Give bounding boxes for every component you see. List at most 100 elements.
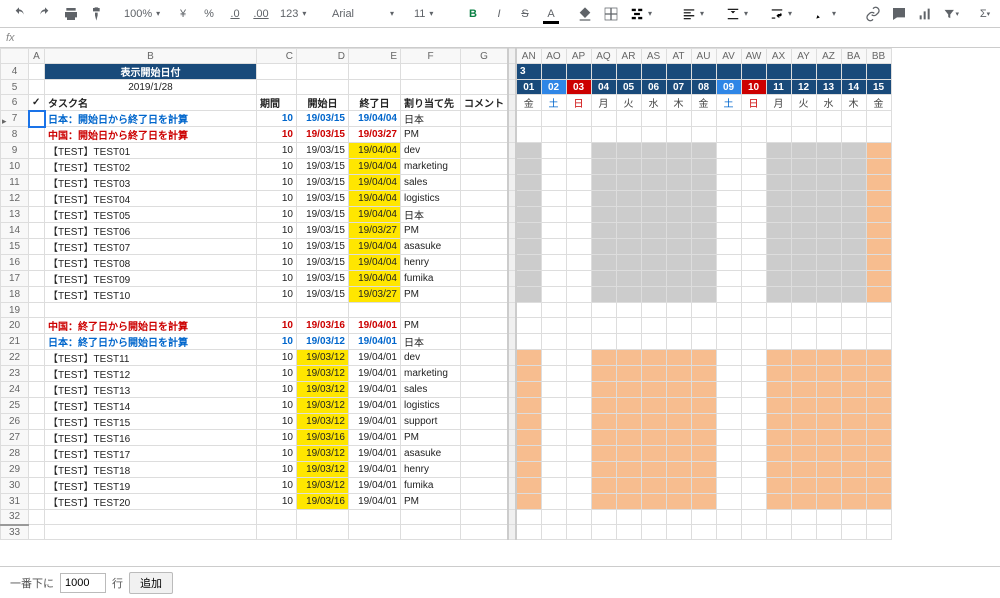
gantt-cell[interactable] [566,350,591,366]
comment-cell[interactable] [461,462,509,478]
end-date-cell[interactable]: 19/04/01 [349,446,401,462]
gantt-cell[interactable] [841,350,866,366]
gantt-cell[interactable] [516,207,541,223]
period-cell[interactable]: 10 [257,366,297,382]
gantt-cell[interactable] [616,462,641,478]
gantt-cell[interactable] [766,223,791,239]
check-cell[interactable] [29,366,45,382]
gantt-cell[interactable] [766,239,791,255]
end-date-cell[interactable]: 19/04/01 [349,366,401,382]
check-cell[interactable] [29,494,45,510]
gantt-cell[interactable] [816,239,841,255]
gantt-cell[interactable] [641,334,666,350]
gantt-cell[interactable] [741,111,766,127]
period-cell[interactable]: 10 [257,382,297,398]
gantt-cell[interactable] [841,111,866,127]
gantt-cell[interactable] [516,143,541,159]
task-name-cell[interactable]: 【TEST】TEST12 [45,366,257,382]
period-cell[interactable]: 10 [257,350,297,366]
gantt-cell[interactable] [816,207,841,223]
gantt-cell[interactable] [791,446,816,462]
assign-cell[interactable]: sales [401,382,461,398]
gantt-cell[interactable] [716,350,741,366]
gantt-cell[interactable] [516,255,541,271]
period-cell[interactable]: 10 [257,287,297,303]
period-cell[interactable]: 10 [257,271,297,287]
check-cell[interactable] [29,414,45,430]
comment-cell[interactable] [461,127,509,143]
gantt-cell[interactable] [516,414,541,430]
check-cell[interactable] [29,462,45,478]
gantt-cell[interactable] [666,366,691,382]
row-header[interactable]: 19 [1,303,29,318]
gantt-cell[interactable] [741,398,766,414]
gantt-cell[interactable] [566,366,591,382]
row-header[interactable]: 32 [1,510,29,525]
gantt-cell[interactable] [566,462,591,478]
task-name-cell[interactable]: 【TEST】TEST17 [45,446,257,462]
gantt-cell[interactable] [866,223,891,239]
gantt-cell[interactable] [716,223,741,239]
comment-cell[interactable] [461,287,509,303]
gantt-cell[interactable] [541,223,566,239]
gantt-cell[interactable] [716,382,741,398]
merge-button[interactable]: ▾ [626,3,666,25]
col-header[interactable]: BA [841,49,866,64]
period-cell[interactable]: 10 [257,127,297,143]
gantt-cell[interactable] [641,462,666,478]
print-button[interactable] [60,3,82,25]
gantt-cell[interactable] [616,287,641,303]
comment-cell[interactable] [461,207,509,223]
gantt-cell[interactable] [691,175,716,191]
gantt-cell[interactable] [591,271,616,287]
gantt-cell[interactable] [516,510,541,525]
gantt-cell[interactable] [791,318,816,334]
gantt-cell[interactable] [516,462,541,478]
comment-cell[interactable] [461,318,509,334]
start-date-cell[interactable]: 19/03/12 [297,334,349,350]
gantt-cell[interactable] [691,223,716,239]
gantt-cell[interactable] [866,398,891,414]
gantt-cell[interactable] [616,318,641,334]
gantt-cell[interactable] [666,175,691,191]
gantt-cell[interactable] [741,159,766,175]
gantt-cell[interactable] [716,287,741,303]
gantt-cell[interactable] [841,525,866,540]
end-date-cell[interactable]: 19/04/01 [349,398,401,414]
gantt-cell[interactable] [641,223,666,239]
task-name-cell[interactable]: 中国：終了日から開始日を計算 [45,318,257,334]
task-name-cell[interactable]: 【TEST】TEST20 [45,494,257,510]
gantt-cell[interactable] [566,478,591,494]
gantt-cell[interactable] [866,303,891,318]
gantt-cell[interactable] [841,398,866,414]
check-cell[interactable] [29,430,45,446]
gantt-cell[interactable] [591,525,616,540]
gantt-cell[interactable] [741,239,766,255]
gantt-cell[interactable] [716,446,741,462]
gantt-cell[interactable] [616,414,641,430]
gantt-cell[interactable] [816,159,841,175]
gantt-cell[interactable] [691,494,716,510]
gantt-cell[interactable] [766,255,791,271]
gantt-cell[interactable] [741,143,766,159]
col-header[interactable]: G [461,49,509,64]
gantt-cell[interactable] [816,366,841,382]
gantt-cell[interactable] [516,271,541,287]
start-date-cell[interactable]: 19/03/12 [297,350,349,366]
row-header[interactable]: 14 [1,223,29,239]
gantt-cell[interactable] [641,239,666,255]
gantt-cell[interactable] [616,191,641,207]
start-date-cell[interactable]: 19/03/16 [297,430,349,446]
assign-cell[interactable]: fumika [401,478,461,494]
gantt-cell[interactable] [541,287,566,303]
gantt-cell[interactable] [641,318,666,334]
gantt-cell[interactable] [741,175,766,191]
assign-cell[interactable]: 日本 [401,334,461,350]
gantt-cell[interactable] [591,382,616,398]
gantt-cell[interactable] [541,334,566,350]
gantt-cell[interactable] [866,255,891,271]
gantt-cell[interactable] [741,350,766,366]
gantt-cell[interactable] [641,303,666,318]
row-header[interactable]: 25 [1,398,29,414]
gantt-cell[interactable] [841,303,866,318]
